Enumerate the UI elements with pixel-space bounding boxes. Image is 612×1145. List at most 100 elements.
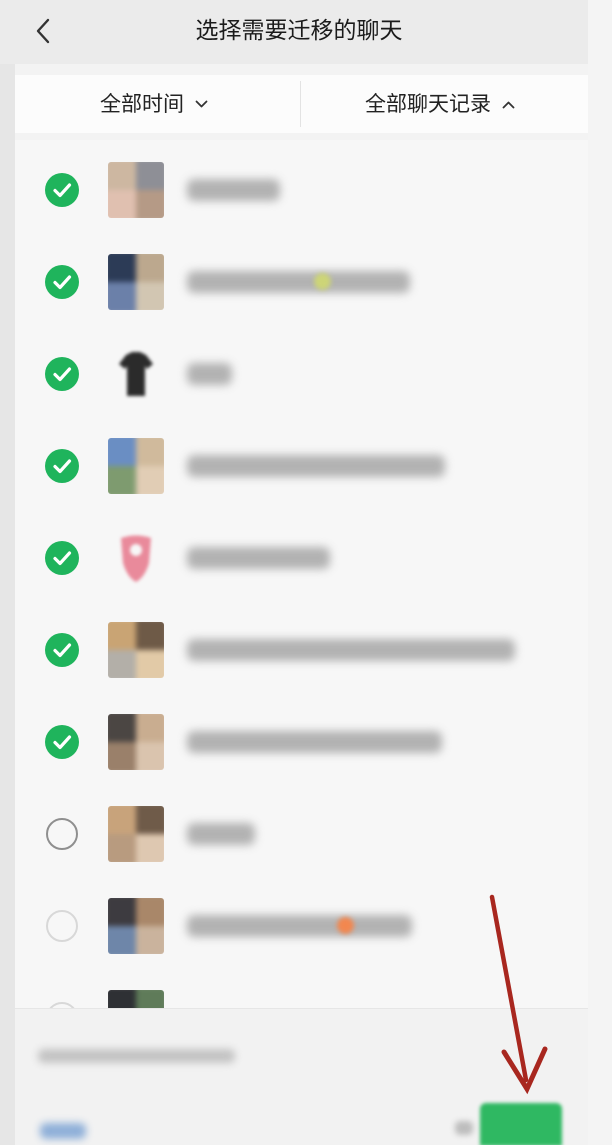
chat-list — [15, 140, 588, 1008]
checkmark-shape — [53, 551, 72, 566]
avatar-photo — [108, 898, 164, 954]
filter-time-dropdown[interactable]: 全部时间 — [100, 88, 208, 120]
shirt-shape — [119, 352, 153, 396]
chat-row[interactable] — [15, 236, 588, 328]
chat-name — [187, 731, 442, 753]
bottom-left-link[interactable] — [40, 1123, 86, 1139]
checkmark-shape — [53, 183, 72, 198]
chat-row[interactable] — [15, 696, 588, 788]
photo-avatar — [108, 806, 164, 862]
avatar-tile — [136, 714, 164, 742]
chat-name — [187, 179, 280, 201]
checkmark-shape — [53, 459, 72, 474]
filter-chats-label: 全部聊天记录 — [365, 92, 491, 116]
avatar-photo — [108, 806, 164, 862]
avatar-tile — [136, 438, 164, 466]
avatar-tile — [108, 466, 136, 494]
avatar-photo — [108, 162, 164, 218]
filter-bar: 全部时间 全部聊天记录 — [15, 75, 588, 133]
pink-badge-shape — [121, 535, 151, 582]
avatar-tile — [108, 190, 136, 218]
chat-row[interactable] — [15, 972, 588, 1008]
avatar-tile — [136, 282, 164, 310]
checkbox-unchecked[interactable] — [46, 818, 78, 850]
avatar-tile — [108, 622, 136, 650]
checkmark-icon — [53, 551, 72, 566]
checkmark-icon — [53, 367, 72, 382]
checkmark-icon — [53, 183, 72, 198]
chat-row[interactable] — [15, 420, 588, 512]
avatar-tile — [108, 742, 136, 770]
avatar-photo — [108, 254, 164, 310]
checkmark-icon — [53, 735, 72, 750]
avatar-tile — [108, 990, 136, 1008]
top-bar: 选择需要迁移的聊天 — [0, 0, 588, 64]
avatar-tile — [136, 834, 164, 862]
emoji-icon — [337, 917, 354, 934]
chat-name — [187, 639, 515, 661]
chat-name — [187, 915, 412, 937]
avatar-tile — [136, 254, 164, 282]
bottom-bar — [15, 1008, 588, 1145]
summary-text — [38, 1049, 235, 1063]
avatar-tile — [108, 282, 136, 310]
checkmark-icon — [53, 275, 72, 290]
filter-divider — [300, 81, 301, 127]
chat-row[interactable] — [15, 512, 588, 604]
chat-row[interactable] — [15, 328, 588, 420]
avatar-tile — [136, 990, 164, 1008]
checkmark-shape — [53, 367, 72, 382]
checkbox-checked[interactable] — [45, 173, 79, 207]
filter-chats-dropdown[interactable]: 全部聊天记录 — [365, 88, 515, 120]
photo-avatar — [108, 162, 164, 218]
photo-avatar — [108, 714, 164, 770]
avatar-tile — [108, 834, 136, 862]
pink-badge-icon — [121, 535, 151, 582]
avatar-tile — [136, 466, 164, 494]
chat-name — [187, 363, 232, 385]
avatar-tile — [136, 650, 164, 678]
chat-name — [187, 823, 255, 845]
avatar-tile — [136, 622, 164, 650]
avatar-tile — [108, 714, 136, 742]
page-title: 选择需要迁移的聊天 — [195, 18, 403, 44]
checkmark-shape — [53, 643, 72, 658]
checkbox-checked[interactable] — [45, 449, 79, 483]
chat-row[interactable] — [15, 880, 588, 972]
checkmark-shape — [53, 275, 72, 290]
avatar-tile — [136, 926, 164, 954]
chat-name — [187, 271, 410, 293]
avatar-photo — [108, 990, 164, 1008]
checkbox-checked[interactable] — [45, 357, 79, 391]
chat-name — [187, 547, 330, 569]
avatar-photo — [108, 438, 164, 494]
shirt-avatar — [108, 346, 164, 402]
checkmark-icon — [53, 459, 72, 474]
photo-avatar — [108, 438, 164, 494]
chat-row[interactable] — [15, 144, 588, 236]
chat-row[interactable] — [15, 788, 588, 880]
avatar-tile — [136, 742, 164, 770]
avatar-photo — [108, 714, 164, 770]
checkbox-checked[interactable] — [45, 633, 79, 667]
chevron-up-icon — [502, 101, 515, 108]
chevron-down-icon — [195, 100, 208, 107]
chat-name — [187, 455, 445, 477]
bottom-right-text — [455, 1121, 473, 1135]
chevron-down-shape — [195, 100, 208, 107]
avatar-tile — [136, 162, 164, 190]
photo-avatar — [108, 990, 164, 1008]
chat-row[interactable] — [15, 604, 588, 696]
checkmark-icon — [53, 643, 72, 658]
bottom-primary-button[interactable] — [480, 1103, 562, 1145]
checkbox-checked[interactable] — [45, 541, 79, 575]
photo-avatar — [108, 622, 164, 678]
checkbox-unchecked[interactable] — [46, 910, 78, 942]
checkbox-checked[interactable] — [45, 725, 79, 759]
avatar-photo — [108, 622, 164, 678]
avatar-tile — [108, 438, 136, 466]
chevron-up-shape — [502, 101, 515, 108]
checkbox-checked[interactable] — [45, 265, 79, 299]
avatar-tile — [136, 190, 164, 218]
avatar-tile — [108, 806, 136, 834]
